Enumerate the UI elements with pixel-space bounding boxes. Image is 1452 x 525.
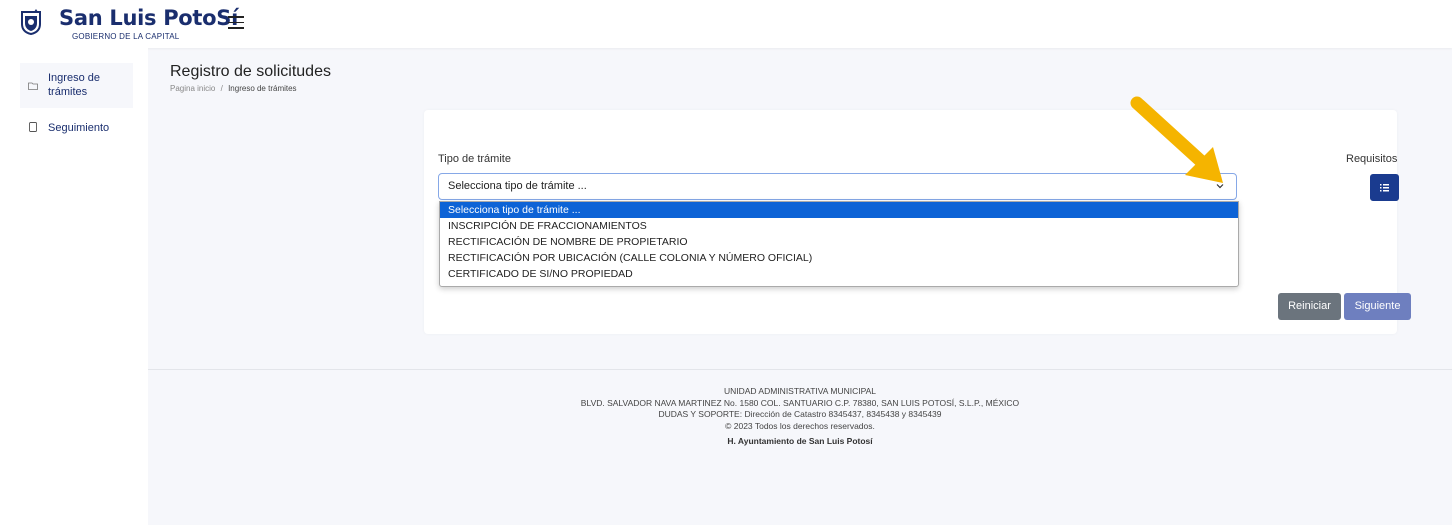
reset-button[interactable]: Reiniciar <box>1278 293 1341 320</box>
footer-line: © 2023 Todos los derechos reservados. <box>725 420 875 431</box>
logo-title: San Luis PotoSí <box>59 6 239 30</box>
tramite-type-select[interactable]: Selecciona tipo de trámite ... <box>438 173 1237 200</box>
folder-icon <box>28 82 38 90</box>
select-value: Selecciona tipo de trámite ... <box>448 180 587 192</box>
footer-line: DUDAS Y SOPORTE: Dirección de Catastro 8… <box>658 409 942 420</box>
requirements-button[interactable] <box>1370 174 1399 201</box>
dropdown-option[interactable]: Selecciona tipo de trámite ... <box>440 202 1238 218</box>
top-bar: San Luis PotoSí GOBIERNO DE LA CAPITAL <box>0 0 1452 48</box>
sidebar: Ingreso de trámites Seguimiento <box>0 48 148 525</box>
sidebar-item-label: Seguimiento <box>48 122 110 134</box>
footer-line: BLVD. SALVADOR NAVA MARTINEZ No. 1580 CO… <box>580 397 1020 408</box>
breadcrumb: Pagina inicio / Ingreso de trámites <box>170 84 297 93</box>
breadcrumb-separator: / <box>220 84 223 93</box>
tramite-type-dropdown-list: Selecciona tipo de trámite ... INSCRIPCI… <box>439 201 1239 287</box>
breadcrumb-home-link[interactable]: Pagina inicio <box>170 84 215 93</box>
sidebar-item-label: Ingreso de trámites <box>48 72 100 98</box>
sidebar-item-ingreso-tramites[interactable]: Ingreso de trámites <box>20 63 133 108</box>
city-crest-logo <box>21 9 41 35</box>
footer-line: UNIDAD ADMINISTRATIVA MUNICIPAL <box>723 386 877 396</box>
chevron-down-icon <box>1216 184 1224 189</box>
next-button[interactable]: Siguiente <box>1344 293 1411 320</box>
dropdown-option[interactable]: RECTIFICACIÓN DE NOMBRE DE PROPIETARIO <box>440 234 1238 250</box>
footer-org-name: H. Ayuntamiento de San Luis Potosí <box>727 436 873 447</box>
logo-subtitle: GOBIERNO DE LA CAPITAL <box>72 32 180 41</box>
footer: UNIDAD ADMINISTRATIVA MUNICIPAL BLVD. SA… <box>148 386 1452 448</box>
document-icon <box>29 122 37 132</box>
list-icon <box>1380 184 1389 192</box>
tramite-type-label: Tipo de trámite <box>438 153 511 165</box>
menu-toggle-icon[interactable] <box>228 16 244 30</box>
dropdown-option[interactable]: CERTIFICADO DE SI/NO PROPIEDAD <box>440 266 1238 282</box>
footer-divider <box>148 369 1452 370</box>
dropdown-option[interactable]: RECTIFICACIÓN POR UBICACIÓN (CALLE COLON… <box>440 250 1238 266</box>
dropdown-option[interactable]: INSCRIPCIÓN DE FRACCIONAMIENTOS <box>440 218 1238 234</box>
breadcrumb-current: Ingreso de trámites <box>228 84 297 93</box>
requirements-label: Requisitos <box>1346 153 1398 165</box>
page-title: Registro de solicitudes <box>170 63 331 80</box>
sidebar-item-seguimiento[interactable]: Seguimiento <box>20 118 133 138</box>
